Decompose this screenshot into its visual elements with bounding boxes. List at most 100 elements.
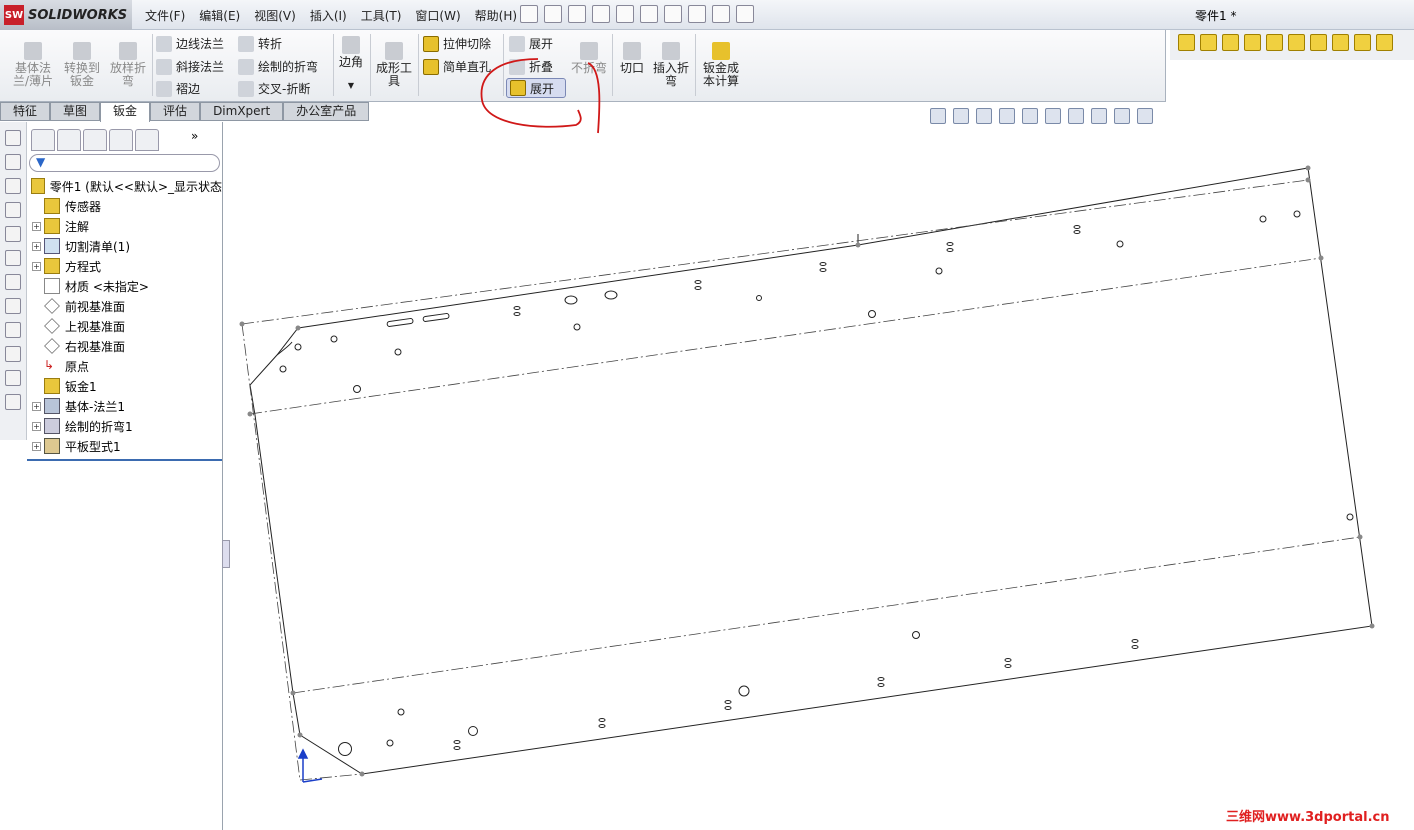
- menu-tools[interactable]: 工具(T): [354, 7, 409, 24]
- expand-icon[interactable]: +: [32, 421, 41, 431]
- tree-item-origin[interactable]: ↳ 原点: [27, 356, 222, 376]
- label: 边角: [338, 55, 363, 69]
- rebuild-traffic-light-icon[interactable]: [688, 5, 706, 23]
- menu-insert[interactable]: 插入(I): [303, 7, 354, 24]
- menu-file[interactable]: 文件(F): [138, 7, 192, 24]
- check-icon[interactable]: [1266, 34, 1283, 51]
- tab-office-products[interactable]: 办公室产品: [283, 102, 370, 121]
- miter-flange-button[interactable]: 斜接法兰: [156, 58, 224, 75]
- vent-button[interactable]: 切口: [616, 42, 648, 75]
- sheet-metal-costing-button[interactable]: 钣金成本计算: [699, 42, 743, 88]
- section-properties-icon[interactable]: [1244, 34, 1261, 51]
- options-icon[interactable]: [736, 5, 754, 23]
- cross-break-button[interactable]: 交叉-折断: [238, 80, 310, 97]
- tree-item-material[interactable]: 材质 <未指定>: [27, 276, 222, 296]
- tab-dimxpert[interactable]: DimXpert: [200, 102, 284, 121]
- bottom-view-icon[interactable]: [5, 250, 21, 266]
- tree-item-sketched-bend[interactable]: + 绘制的折弯1: [27, 416, 222, 436]
- pin-icon[interactable]: [520, 5, 538, 23]
- spell-check-icon[interactable]: [1178, 34, 1195, 51]
- check-box-icon[interactable]: [1332, 34, 1349, 51]
- left-view-icon[interactable]: [5, 178, 21, 194]
- menu-view[interactable]: 视图(V): [247, 7, 303, 24]
- file-properties-icon[interactable]: [712, 5, 730, 23]
- expand-icon[interactable]: +: [32, 241, 41, 251]
- hole: [738, 685, 750, 697]
- corner-button[interactable]: 边角 ▼: [336, 36, 366, 92]
- tree-item-sheet-metal[interactable]: 钣金1: [27, 376, 222, 396]
- menu-help[interactable]: 帮助(H): [468, 7, 524, 24]
- configuration-manager-tab-icon[interactable]: [83, 129, 107, 151]
- tree-item-top-plane[interactable]: 上视基准面: [27, 316, 222, 336]
- tab-sketch[interactable]: 草图: [50, 102, 101, 121]
- expand-icon[interactable]: +: [32, 401, 41, 411]
- layer-icon[interactable]: [5, 370, 21, 386]
- edge-flange-button[interactable]: 边线法兰: [156, 35, 224, 52]
- dropdown-arrow-icon[interactable]: ▼: [336, 79, 366, 92]
- sketch-icon[interactable]: [5, 298, 21, 314]
- menu-window[interactable]: 窗口(W): [408, 7, 467, 24]
- save-icon[interactable]: [592, 5, 610, 23]
- expand-icon[interactable]: +: [32, 441, 41, 451]
- xpert-icon[interactable]: [1376, 34, 1393, 51]
- tree-item-equations[interactable]: + 方程式: [27, 256, 222, 276]
- bend-line: [299, 773, 363, 781]
- select-arrow-icon[interactable]: [664, 5, 682, 23]
- mass-properties-icon[interactable]: [1222, 34, 1239, 51]
- base-flange-button[interactable]: 基体法兰/薄片: [10, 42, 56, 88]
- tree-item-cut-list[interactable]: + 切割清单(1): [27, 236, 222, 256]
- unfold-icon: [509, 35, 525, 52]
- sigma-icon[interactable]: [1354, 34, 1371, 51]
- tree-item-sensors[interactable]: 传感器: [27, 196, 222, 216]
- jog-button[interactable]: 转折: [238, 35, 282, 52]
- plane-icon: [44, 298, 60, 314]
- cut-list-icon: [44, 238, 60, 254]
- sketched-bend-button[interactable]: 绘制的折弯: [238, 58, 318, 75]
- extruded-cut-button[interactable]: 拉伸切除: [423, 35, 491, 52]
- insert-bends-button[interactable]: 插入折弯: [651, 42, 691, 88]
- tab-evaluate[interactable]: 评估: [150, 102, 201, 121]
- layer-icon[interactable]: [5, 394, 21, 410]
- unfold-button[interactable]: 展开: [509, 35, 553, 52]
- tree-root-part[interactable]: 零件1 (默认<<默认>_显示状态: [27, 176, 222, 196]
- tab-sheet-metal[interactable]: 钣金: [100, 102, 151, 123]
- tree-item-annotations[interactable]: + 注解: [27, 216, 222, 236]
- check-box-icon[interactable]: [1310, 34, 1327, 51]
- menu-edit[interactable]: 编辑(E): [192, 7, 247, 24]
- tree-item-front-plane[interactable]: 前视基准面: [27, 296, 222, 316]
- top-view-icon[interactable]: [5, 226, 21, 242]
- lofted-bend-button[interactable]: 放样折弯: [106, 42, 150, 88]
- tree-item-right-plane[interactable]: 右视基准面: [27, 336, 222, 356]
- forming-tool-button[interactable]: 成形工具: [373, 42, 415, 88]
- right-view-icon[interactable]: [5, 202, 21, 218]
- tree-item-flat-pattern[interactable]: + 平板型式1: [27, 436, 222, 456]
- new-file-icon[interactable]: [544, 5, 562, 23]
- filter-input[interactable]: ▼: [29, 154, 220, 172]
- print-icon[interactable]: [616, 5, 634, 23]
- relations-icon[interactable]: [5, 346, 21, 362]
- tree-item-base-flange[interactable]: + 基体-法兰1: [27, 396, 222, 416]
- graphics-area[interactable]: [224, 122, 1414, 830]
- hem-button[interactable]: 褶边: [156, 80, 200, 97]
- undo-icon[interactable]: [640, 5, 658, 23]
- open-folder-icon[interactable]: [568, 5, 586, 23]
- front-view-icon[interactable]: [5, 130, 21, 146]
- solidworks-logo[interactable]: SW SOLIDWORKS: [0, 0, 132, 30]
- smart-dimension-icon[interactable]: [5, 322, 21, 338]
- convert-to-sheet-metal-button[interactable]: 转换到钣金: [60, 42, 104, 88]
- expand-icon[interactable]: +: [32, 261, 41, 271]
- expand-icon[interactable]: +: [32, 221, 41, 231]
- isometric-view-icon[interactable]: [5, 274, 21, 290]
- property-manager-tab-icon[interactable]: [57, 129, 81, 151]
- rollback-bar[interactable]: [27, 459, 222, 461]
- feature-manager-tab-icon[interactable]: [31, 129, 55, 151]
- tab-features[interactable]: 特征: [0, 102, 51, 121]
- base-flange-icon: [44, 398, 60, 414]
- performance-icon[interactable]: [1288, 34, 1305, 51]
- more-tabs-icon[interactable]: »: [191, 129, 198, 151]
- dimxpert-manager-tab-icon[interactable]: [109, 129, 133, 151]
- measure-icon[interactable]: [1200, 34, 1217, 51]
- back-view-icon[interactable]: [5, 154, 21, 170]
- display-manager-tab-icon[interactable]: [135, 129, 159, 151]
- label: 褶边: [176, 82, 201, 96]
